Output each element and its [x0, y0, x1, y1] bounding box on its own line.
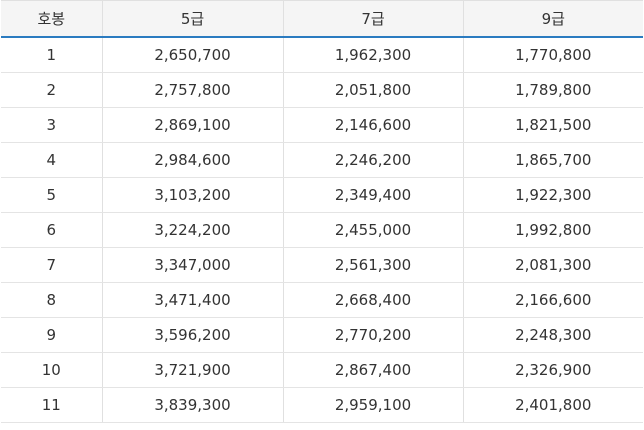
- cell-grade-5: 3,103,200: [101, 177, 283, 213]
- cell-grade-5: 2,869,100: [101, 107, 283, 143]
- cell-step: 10: [1, 352, 102, 388]
- cell-grade-9: 2,081,300: [462, 247, 643, 283]
- cell-step: 6: [1, 212, 102, 248]
- cell-step: 4: [1, 142, 102, 178]
- table-row: 2 2,757,800 2,051,800 1,789,800: [1, 72, 643, 108]
- cell-step: 3: [1, 107, 102, 143]
- cell-grade-5: 3,224,200: [101, 212, 283, 248]
- cell-grade-5: 3,839,300: [101, 387, 283, 423]
- cell-grade-9: 1,865,700: [462, 142, 643, 178]
- cell-grade-9: 1,770,800: [462, 37, 643, 73]
- cell-grade-9: 1,821,500: [462, 107, 643, 143]
- cell-grade-9: 1,922,300: [462, 177, 643, 213]
- cell-step: 9: [1, 317, 102, 353]
- cell-grade-9: 2,248,300: [462, 317, 643, 353]
- cell-grade-7: 2,668,400: [282, 282, 463, 318]
- cell-step: 2: [1, 72, 102, 108]
- cell-grade-7: 2,349,400: [282, 177, 463, 213]
- cell-grade-9: 1,992,800: [462, 212, 643, 248]
- cell-step: 1: [1, 37, 102, 73]
- table-row: 5 3,103,200 2,349,400 1,922,300: [1, 177, 643, 213]
- cell-grade-5: 2,984,600: [101, 142, 283, 178]
- table-header: 호봉 5급 7급 9급: [1, 0, 643, 38]
- cell-step: 8: [1, 282, 102, 318]
- cell-grade-5: 3,471,400: [101, 282, 283, 318]
- salary-table: 호봉 5급 7급 9급 1 2,650,700 1,962,300 1,770,800…: [1, 0, 643, 423]
- cell-grade-7: 2,146,600: [282, 107, 463, 143]
- table-row: 8 3,471,400 2,668,400 2,166,600: [1, 282, 643, 318]
- cell-grade-9: 2,166,600: [462, 282, 643, 318]
- cell-grade-5: 2,650,700: [101, 37, 283, 73]
- table-row: 4 2,984,600 2,246,200 1,865,700: [1, 142, 643, 178]
- table-row: 1 2,650,700 1,962,300 1,770,800: [1, 37, 643, 73]
- cell-step: 11: [1, 387, 102, 423]
- cell-grade-5: 3,596,200: [101, 317, 283, 353]
- table-body: 1 2,650,700 1,962,300 1,770,800 2 2,757,800 2,…: [1, 37, 643, 423]
- cell-grade-7: 1,962,300: [282, 37, 463, 73]
- cell-grade-7: 2,959,100: [282, 387, 463, 423]
- cell-grade-5: 3,347,000: [101, 247, 283, 283]
- table-row: 3 2,869,100 2,146,600 1,821,500: [1, 107, 643, 143]
- cell-grade-5: 2,757,800: [101, 72, 283, 108]
- cell-grade-7: 2,455,000: [282, 212, 463, 248]
- table-row: 11 3,839,300 2,959,100 2,401,800: [1, 387, 643, 423]
- cell-grade-5: 3,721,900: [101, 352, 283, 388]
- table-row: 7 3,347,000 2,561,300 2,081,300: [1, 247, 643, 283]
- cell-grade-9: 2,401,800: [462, 387, 643, 423]
- table-row: 10 3,721,900 2,867,400 2,326,900: [1, 352, 643, 388]
- cell-grade-7: 2,561,300: [282, 247, 463, 283]
- cell-grade-9: 1,789,800: [462, 72, 643, 108]
- table-row: 6 3,224,200 2,455,000 1,992,800: [1, 212, 643, 248]
- header-grade-9: 9급: [462, 0, 643, 38]
- header-step: 호봉: [1, 0, 102, 38]
- cell-grade-7: 2,770,200: [282, 317, 463, 353]
- header-grade-7: 7급: [282, 0, 463, 38]
- header-grade-5: 5급: [101, 0, 283, 38]
- cell-step: 5: [1, 177, 102, 213]
- cell-grade-9: 2,326,900: [462, 352, 643, 388]
- cell-grade-7: 2,051,800: [282, 72, 463, 108]
- cell-grade-7: 2,867,400: [282, 352, 463, 388]
- table-row: 9 3,596,200 2,770,200 2,248,300: [1, 317, 643, 353]
- cell-grade-7: 2,246,200: [282, 142, 463, 178]
- header-row: 호봉 5급 7급 9급: [1, 0, 643, 38]
- cell-step: 7: [1, 247, 102, 283]
